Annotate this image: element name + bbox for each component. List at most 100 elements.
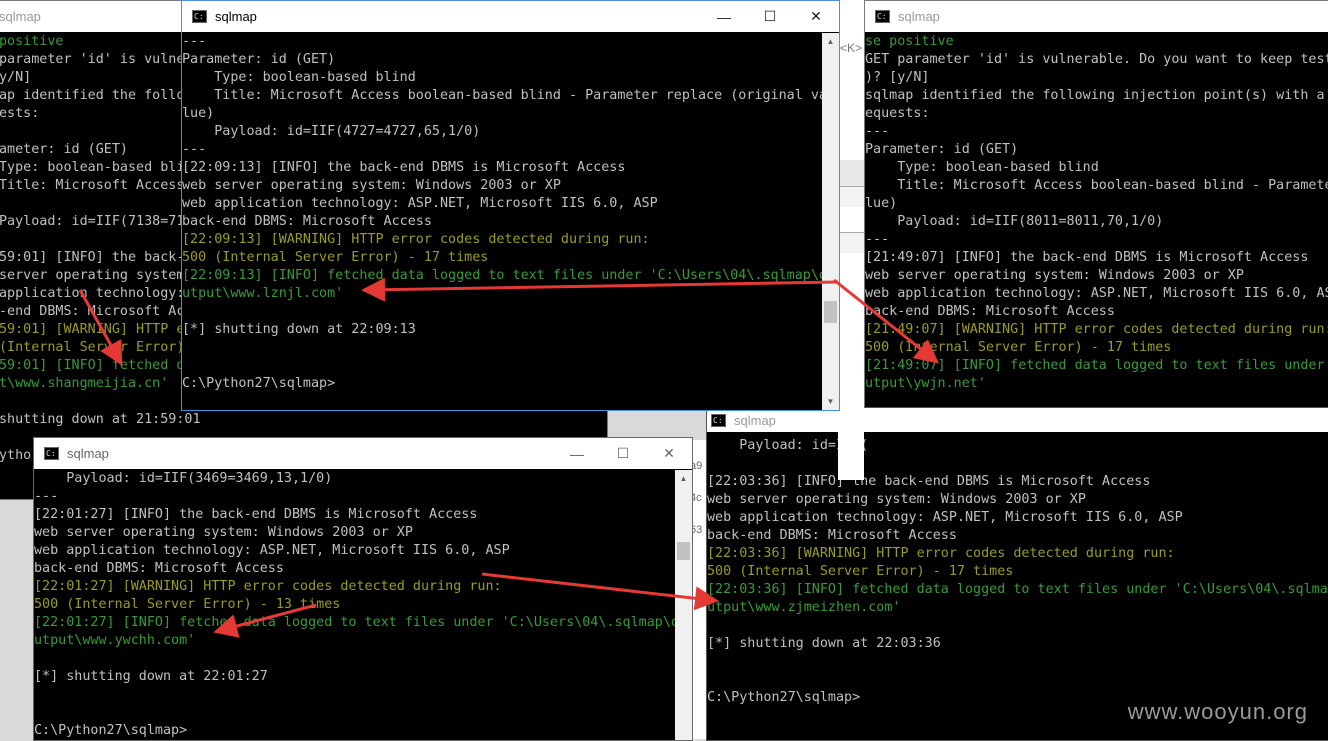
scroll-up-icon[interactable]: ▲ (675, 470, 692, 487)
console-line: web application technology: ASP.NET, Mic… (34, 543, 510, 558)
console-line: [*] shutting down at 22:01:27 (34, 669, 268, 684)
console-line: ameter: id (GET) (0, 142, 128, 157)
console-app-icon: C: (192, 10, 207, 23)
console-line: [22:01:27] [WARNING] HTTP error codes de… (34, 579, 502, 594)
console-line: Type: boolean-based blind (182, 70, 416, 85)
console-line: ests: (0, 106, 40, 121)
console-line: Parameter: id (GET) (182, 52, 336, 67)
console-line: ap identified the follo (0, 88, 185, 103)
console-line: --- (34, 489, 59, 504)
console-output: Payload: id=IIF([22:03:36] [INFO] the ba… (707, 437, 1328, 740)
scroll-up-icon[interactable]: ▲ (822, 33, 839, 50)
console-line: 59:01] [INFO] the back- (0, 250, 185, 265)
console-line: C:\Python27\sqlmap> (182, 376, 336, 391)
console-line: Title: Microsoft Access boolean-based bl… (865, 178, 1328, 193)
console-line: web server operating system: Windows 200… (865, 268, 1244, 283)
console-line: Type: boolean-based bli (0, 160, 185, 175)
console-line: back-end DBMS: Microsoft Access (865, 304, 1115, 319)
console-line: 500 (Internal Server Error) - 17 times (707, 564, 1014, 579)
maximize-button[interactable]: ☐ (600, 438, 646, 469)
console-line: equests: (865, 106, 930, 121)
background-app-fragment: <K> (838, 0, 864, 480)
console-line: --- (865, 232, 890, 247)
console-line: GET parameter 'id' is vulnerable. Do you… (865, 52, 1328, 67)
console-line: utput\www.ywchh.com' (34, 633, 196, 648)
console-line: lue) (182, 106, 215, 121)
console-line: t\www.shangmeijia.cn' (0, 376, 169, 391)
console-output: --- Parameter: id (GET) Type: boolean-bas… (182, 33, 822, 410)
console-line: [22:09:13] [WARNING] HTTP error codes de… (182, 232, 650, 247)
window-titlebar[interactable]: C: sqlmap — ☐ ✕ (182, 1, 839, 32)
minimize-button[interactable]: — (701, 1, 747, 32)
close-button[interactable]: ✕ (793, 1, 839, 32)
console-line: 500 (Internal Server Error) - 17 times (182, 250, 489, 265)
console-line: server operating system (0, 268, 185, 283)
console-line: --- (182, 142, 207, 157)
console-line: --- (182, 34, 207, 49)
console-line: utput\www.zjmeizhen.com' (707, 600, 901, 615)
console-line: [22:01:27] [INFO] the back-end DBMS is M… (34, 507, 478, 522)
vertical-scrollbar[interactable]: ▲ (675, 470, 692, 740)
console-line: 500 (Internal Server Error) - 17 times (865, 340, 1172, 355)
window-title: sqlmap (734, 412, 776, 428)
console-line: Payload: id=IIF(4727=4727,65,1/0) (182, 124, 481, 139)
console-line: [22:09:13] [INFO] the back-end DBMS is M… (182, 160, 626, 175)
background-app-fragment-2: a9 4c 63 (690, 440, 706, 739)
scrollbar-thumb[interactable] (677, 542, 690, 560)
console-line: utput\www.lznjl.com' (182, 286, 344, 301)
console-line: [*] shutting down at 22:09:13 (182, 322, 416, 337)
console-line: [22:03:36] [INFO] the back-end DBMS is M… (707, 474, 1151, 489)
console-line: se positive (865, 34, 954, 49)
vertical-scrollbar[interactable]: ▲ ▼ (822, 33, 839, 410)
console-line: parameter 'id' is vulne (0, 52, 185, 67)
close-button[interactable]: ✕ (646, 438, 692, 469)
window-title: sqlmap (67, 446, 109, 461)
console-line: [21:49:07] [WARNING] HTTP error codes de… (865, 322, 1328, 337)
console-line: application technology: (0, 286, 185, 301)
window-titlebar[interactable]: C: sqlmap (707, 408, 1328, 432)
console-window-top[interactable]: C: sqlmap — ☐ ✕ --- Parameter: id (GET) T… (181, 0, 840, 411)
console-line: back-end DBMS: Microsoft Access (182, 214, 432, 229)
scrollbar-thumb[interactable] (824, 301, 837, 323)
window-titlebar[interactable]: C: sqlmap — ☐ ✕ (34, 438, 692, 469)
scroll-down-icon[interactable]: ▼ (822, 393, 839, 410)
console-line: [22:03:36] [WARNING] HTTP error codes de… (707, 546, 1175, 561)
console-line: web application technology: ASP.NET, Mic… (707, 510, 1183, 525)
console-window-bottom-right[interactable]: C: sqlmap Payload: id=IIF([22:03:36] [IN… (706, 407, 1328, 741)
console-line: Title: Microsoft Access boolean-based bl… (182, 88, 822, 103)
console-line: web server operating system: Windows 200… (182, 178, 561, 193)
console-line: [22:03:36] [INFO] fetched data logged to… (707, 582, 1328, 597)
console-window-bottom-left[interactable]: C: sqlmap — ☐ ✕ Payload: id=IIF(3469=346… (33, 437, 693, 741)
console-app-icon: C: (44, 447, 59, 460)
console-line: web server operating system: Windows 200… (707, 492, 1086, 507)
console-line: positive (0, 34, 64, 49)
maximize-button[interactable]: ☐ (747, 1, 793, 32)
console-line: Type: boolean-based blind (865, 160, 1099, 175)
console-line: back-end DBMS: Microsoft Access (34, 561, 284, 576)
background-fragment-text: <K> (840, 41, 863, 55)
console-line: Title: Microsoft Access (0, 178, 185, 193)
minimize-button[interactable]: — (554, 438, 600, 469)
console-line: back-end DBMS: Microsoft Access (707, 528, 957, 543)
window-title: sqlmap (898, 9, 940, 24)
console-line: y/N] (0, 70, 32, 85)
watermark: www.wooyun.org (1127, 699, 1308, 724)
window-title: sqlmap (215, 9, 257, 24)
console-line: web application technology: ASP.NET, Mic… (865, 286, 1328, 301)
console-app-icon: C: (711, 413, 726, 427)
console-line: sqlmap identified the following injectio… (865, 88, 1325, 103)
console-line: shutting down at 21:59:01 (0, 412, 201, 427)
console-line: C:\Python27\sqlmap> (34, 723, 188, 738)
console-line: 59:01] [INFO] fetched d (0, 358, 185, 373)
console-line: Payload: id=IIF(7138=71 (0, 214, 185, 229)
window-titlebar[interactable]: C: sqlmap (865, 1, 1328, 32)
